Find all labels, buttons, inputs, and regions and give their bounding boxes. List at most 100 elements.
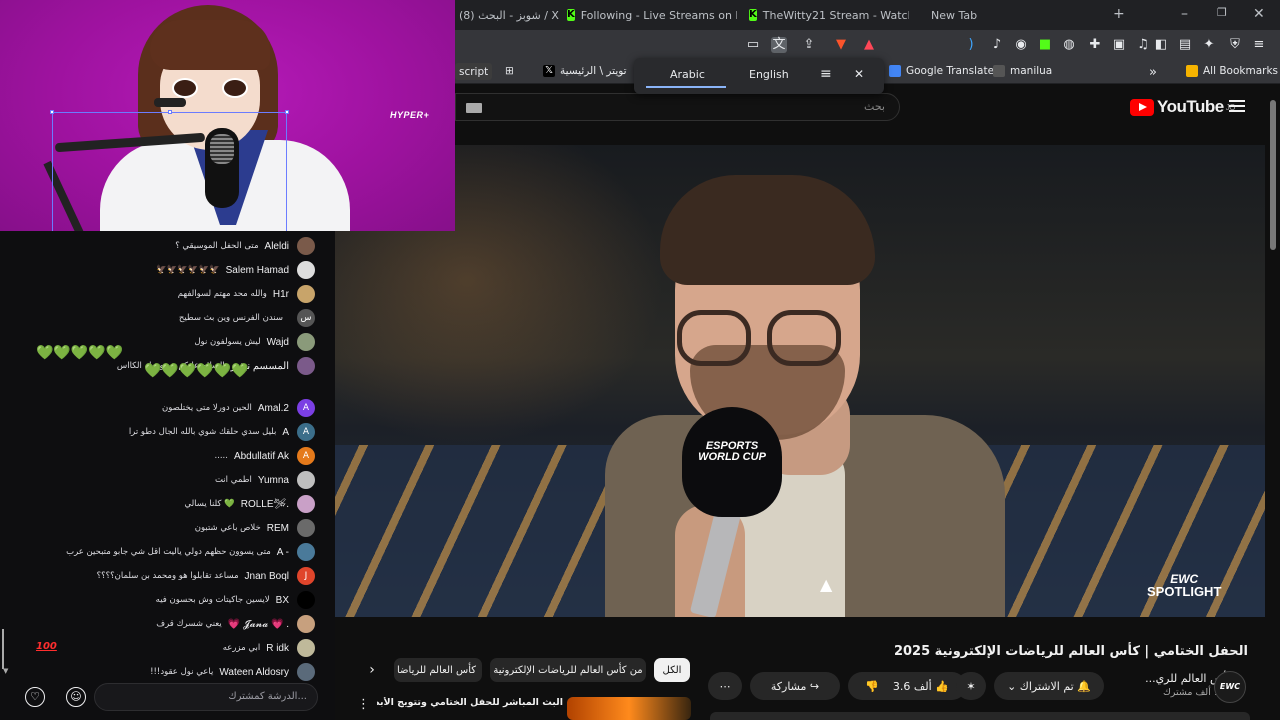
recommended-thumbnail[interactable] [567, 697, 691, 720]
extension-tiktok-icon[interactable]: ♪ [989, 37, 1005, 53]
chat-avatar[interactable] [297, 663, 315, 681]
chat-scrollbar[interactable] [2, 629, 10, 669]
translate-icon[interactable]: 文 [771, 37, 787, 53]
selection-handle[interactable] [50, 110, 54, 114]
bookmark-google-translate[interactable]: Google Translate [889, 65, 994, 77]
chat-avatar[interactable] [297, 471, 315, 489]
chip-ewc-short[interactable]: كأس العالم للرياضا [394, 658, 482, 682]
bookmark-all-bookmarks[interactable]: All Bookmarks [1186, 65, 1278, 77]
keyboard-icon[interactable] [466, 103, 482, 113]
maximize-icon[interactable]: ❐ [1217, 6, 1227, 19]
chat-username[interactable]: Wateen Aldosry [219, 667, 289, 678]
chat-username[interactable]: Salem Hamad [226, 265, 289, 276]
chat-username[interactable]: Amal.2 [258, 403, 289, 414]
extensions-puzzle-icon[interactable]: ✚ [1087, 37, 1103, 53]
more-actions-icon[interactable]: ⋯ [708, 672, 742, 700]
search-input[interactable]: بحث [455, 93, 900, 121]
chat-username[interactable]: REM [267, 523, 289, 534]
selection-handle[interactable] [285, 110, 289, 114]
media-control-icon[interactable]: ♫ [1135, 37, 1151, 53]
chat-avatar[interactable] [297, 333, 315, 351]
page-scrollbar[interactable] [1270, 100, 1276, 250]
chat-avatar[interactable] [297, 591, 315, 609]
apps-grid-icon[interactable]: ⊞ [505, 65, 514, 77]
chat-username[interactable]: 💗 𝓙𝓪𝓷𝓪 💗 . [228, 619, 289, 630]
chat-avatar[interactable]: A [297, 423, 315, 441]
tab-x-search[interactable]: (8) شوبز - البحث / X [459, 4, 559, 26]
chat-avatar[interactable] [297, 261, 315, 279]
tab-new-tab[interactable]: New Tab [931, 4, 1011, 26]
channel-avatar[interactable]: EWC [1214, 671, 1246, 703]
tab-kick-following[interactable]: K Following - Live Streams on Kick [567, 4, 737, 26]
tab-kick-thewitty[interactable]: K TheWitty21 Stream - Watch Live [749, 4, 909, 26]
translate-source-language[interactable]: Arabic [670, 68, 705, 81]
chat-avatar[interactable] [297, 639, 315, 657]
sidebar-toggle-icon[interactable]: ◧ [1153, 37, 1169, 53]
more-bookmarks-chevron-icon[interactable]: » [1149, 65, 1157, 80]
minimize-icon[interactable]: – [1181, 6, 1188, 22]
chat-username[interactable]: Jnan Boql [245, 571, 289, 582]
chat-username[interactable]: H1r [273, 289, 289, 300]
translate-target-language[interactable]: English [749, 68, 789, 81]
chat-scroll-down-icon[interactable]: ▼ [3, 667, 8, 675]
chat-avatar[interactable]: J [297, 567, 315, 585]
chat-username[interactable]: Abdullatif Ak [234, 451, 289, 462]
chat-username[interactable]: ROLLE🛩. [241, 499, 289, 510]
chat-avatar[interactable]: A [297, 447, 315, 465]
guide-menu-icon[interactable] [1229, 100, 1245, 112]
bookmark-manilua[interactable]: manilua [993, 65, 1052, 77]
extension-camera-icon[interactable]: ◍ [1061, 37, 1077, 53]
chat-avatar[interactable] [297, 495, 315, 513]
chat-username[interactable]: Wajd [267, 337, 289, 348]
video-player[interactable]: ESPORTS WORLD CUP ▲ EWC SPOTLIGHT [335, 145, 1265, 617]
chat-input[interactable]: الدرشة كمشترك... [94, 683, 318, 711]
bookmark-x-home[interactable]: 𝕏 تويتر \ الرئيسية [543, 65, 627, 77]
heart-icon[interactable]: ♡ [25, 687, 45, 707]
chat-username[interactable]: BX [276, 595, 289, 606]
recommended-title[interactable]: البث المباشر للحفل الختامي وتتويج الأبطا… [377, 697, 563, 708]
chat-avatar[interactable]: A [297, 399, 315, 417]
share-icon[interactable]: ⇪ [801, 37, 817, 53]
chat-avatar[interactable] [297, 237, 315, 255]
new-tab-plus-icon[interactable]: + [1113, 6, 1125, 22]
chat-avatar[interactable] [297, 519, 315, 537]
wallet-icon[interactable]: ▤ [1177, 37, 1193, 53]
translate-options-icon[interactable]: ≡ [820, 66, 832, 82]
selection-handle[interactable] [168, 110, 172, 114]
chat-avatar[interactable] [297, 543, 315, 561]
emoji-icon[interactable]: ☺ [66, 687, 86, 707]
subscribe-button[interactable]: ⌄ تم الاشتراك 🔔 [994, 672, 1104, 700]
chat-username[interactable]: Yumna [258, 475, 289, 486]
chat-username[interactable]: R idk [266, 643, 289, 654]
bookmark-script[interactable]: script [455, 63, 493, 80]
leo-ai-icon[interactable]: ✦ [1201, 37, 1217, 53]
like-count[interactable]: 3.6 ألف [893, 680, 932, 693]
description-box-edge[interactable] [710, 712, 1250, 720]
brave-shield-icon[interactable]: ▼ [833, 37, 849, 53]
vpn-globe-icon[interactable]: ◉ [1013, 37, 1029, 53]
browser-menu-icon[interactable]: ≡ [1251, 37, 1267, 53]
extension-wave-icon[interactable]: ) [963, 37, 979, 53]
youtube-logo[interactable]: YouTube JO [1130, 97, 1235, 117]
like-icon[interactable]: 👍 [935, 680, 949, 693]
translate-close-icon[interactable]: ✕ [854, 67, 864, 81]
chat-avatar[interactable]: س [297, 309, 315, 327]
chat-username[interactable]: A - [277, 547, 289, 558]
chips-next-chevron-icon[interactable]: › [362, 658, 382, 682]
cast-icon[interactable]: ▭ [745, 37, 761, 53]
extension-kick-icon[interactable]: ■ [1037, 37, 1053, 53]
selection-box[interactable] [52, 112, 287, 231]
more-vert-icon[interactable]: ⋮ [357, 697, 370, 712]
recommended-video[interactable]: ⋮ البث المباشر للحفل الختامي وتتويج الأب… [355, 695, 693, 720]
chip-from-ewc[interactable]: من كأس العالم للرياضات الإلكترونية [490, 658, 646, 682]
dislike-icon[interactable]: 👎 [865, 680, 879, 693]
chat-avatar[interactable] [297, 285, 315, 303]
chat-avatar[interactable] [297, 615, 315, 633]
chat-username[interactable]: Aleldi [265, 241, 289, 252]
chat-username[interactable]: A [282, 427, 289, 438]
close-window-icon[interactable]: ✕ [1253, 6, 1265, 22]
share-button[interactable]: مشاركة ↪ [750, 672, 840, 700]
chat-avatar[interactable] [297, 357, 315, 375]
chip-all[interactable]: الكل [654, 658, 690, 682]
screenshot-icon[interactable]: ▣ [1111, 37, 1127, 53]
